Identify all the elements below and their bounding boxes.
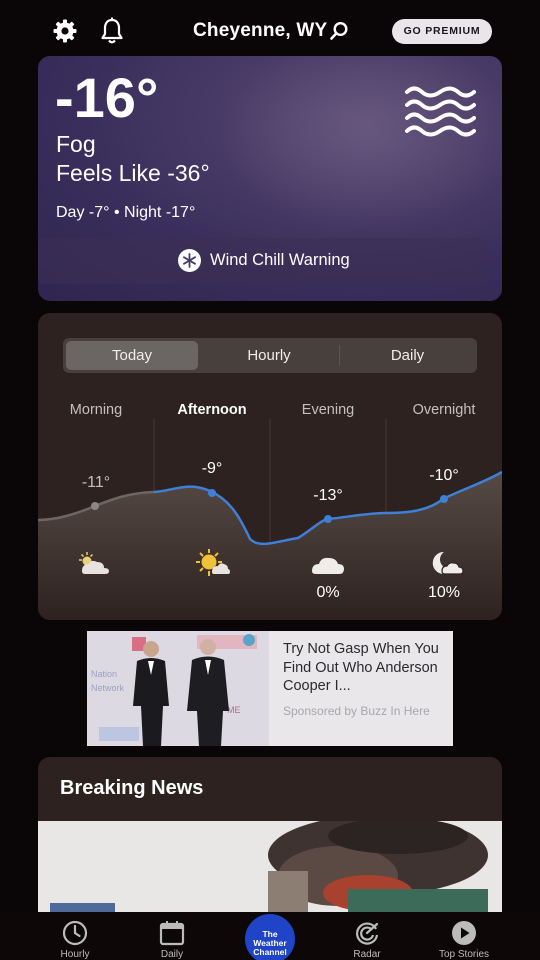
- current-condition: Fog: [56, 131, 96, 157]
- feels-like: Feels Like -36°: [56, 160, 210, 186]
- weather-channel-logo[interactable]: The Weather Channel: [245, 914, 295, 960]
- fog-icon: [405, 86, 476, 137]
- ad-sponsor: Sponsored by Buzz In Here: [283, 704, 430, 718]
- top-bar: Cheyenne, WY GO PREMIUM: [0, 0, 540, 58]
- tab-today[interactable]: Today: [66, 341, 198, 370]
- cloud-icon: [312, 557, 344, 574]
- nav-label: Radar: [353, 949, 381, 960]
- temp-overnight: -10°: [429, 467, 459, 484]
- snowflake-icon: [178, 249, 201, 272]
- point-afternoon: [208, 489, 216, 497]
- ad-photo-illustration: Nation Network ME: [87, 631, 269, 746]
- play-icon: [452, 921, 476, 945]
- tab-hourly[interactable]: Hourly: [201, 341, 337, 370]
- partly-cloudy-sun-icon: [79, 552, 109, 574]
- current-temperature: -16°: [55, 66, 159, 129]
- cloud-texture: [218, 56, 502, 236]
- ad-headline[interactable]: Try Not Gasp When You Find Out Who Ander…: [283, 640, 445, 696]
- go-premium-button[interactable]: GO PREMIUM: [392, 19, 492, 44]
- news-photo-illustration: [38, 821, 502, 917]
- precip-overnight: 10%: [427, 584, 461, 601]
- nav-hourly[interactable]: Hourly: [30, 920, 120, 960]
- news-section-title: Breaking News: [60, 777, 204, 799]
- current-conditions-card[interactable]: -16° Fog Feels Like -36° Day -7° • Night…: [38, 56, 502, 301]
- sun-cloud-icon: [196, 549, 230, 576]
- day-night-temps: Day -7° • Night -17°: [56, 204, 196, 221]
- temp-evening: -13°: [313, 487, 343, 504]
- alert-label: Wind Chill Warning: [210, 251, 350, 269]
- nav-radar[interactable]: Radar: [322, 920, 412, 960]
- temp-morning: -11°: [81, 474, 111, 491]
- tab-daily[interactable]: Daily: [341, 341, 474, 370]
- bell-icon[interactable]: [99, 17, 125, 45]
- bottom-nav: Hourly Daily The Weather Channel Radar T…: [0, 912, 540, 960]
- precip-evening: 0%: [316, 584, 340, 601]
- clock-icon: [62, 920, 88, 946]
- news-image[interactable]: [38, 821, 502, 917]
- breaking-news-card[interactable]: Breaking News: [38, 757, 502, 917]
- point-evening: [324, 515, 332, 523]
- weather-alert-banner[interactable]: Wind Chill Warning: [38, 238, 486, 284]
- nav-daily[interactable]: Daily: [127, 920, 217, 960]
- gear-icon[interactable]: [52, 18, 78, 44]
- location-label[interactable]: Cheyenne, WY: [193, 20, 327, 42]
- svg-text:ME: ME: [227, 705, 241, 715]
- svg-text:Network: Network: [91, 683, 125, 693]
- calendar-icon: [159, 921, 185, 946]
- svg-text:Nation: Nation: [91, 669, 117, 679]
- nav-label: Daily: [160, 949, 184, 960]
- tab-divider: [339, 345, 340, 366]
- ad-image: Nation Network ME: [87, 631, 269, 746]
- forecast-card: Today Hourly Daily Morning Afternoon Eve…: [38, 313, 502, 620]
- point-morning: [91, 502, 99, 510]
- nav-label: Top Stories: [438, 949, 490, 960]
- moon-cloud-icon: [432, 551, 464, 575]
- nav-label: Hourly: [60, 949, 90, 960]
- temp-afternoon: -9°: [201, 460, 223, 477]
- forecast-tabs: Today Hourly Daily: [63, 338, 477, 373]
- search-icon[interactable]: [329, 21, 349, 41]
- point-overnight: [440, 495, 448, 503]
- nav-top-stories[interactable]: Top Stories: [419, 920, 509, 960]
- sponsored-ad[interactable]: Nation Network ME Try Not Gasp When You F…: [87, 631, 453, 746]
- radar-icon: [356, 922, 379, 945]
